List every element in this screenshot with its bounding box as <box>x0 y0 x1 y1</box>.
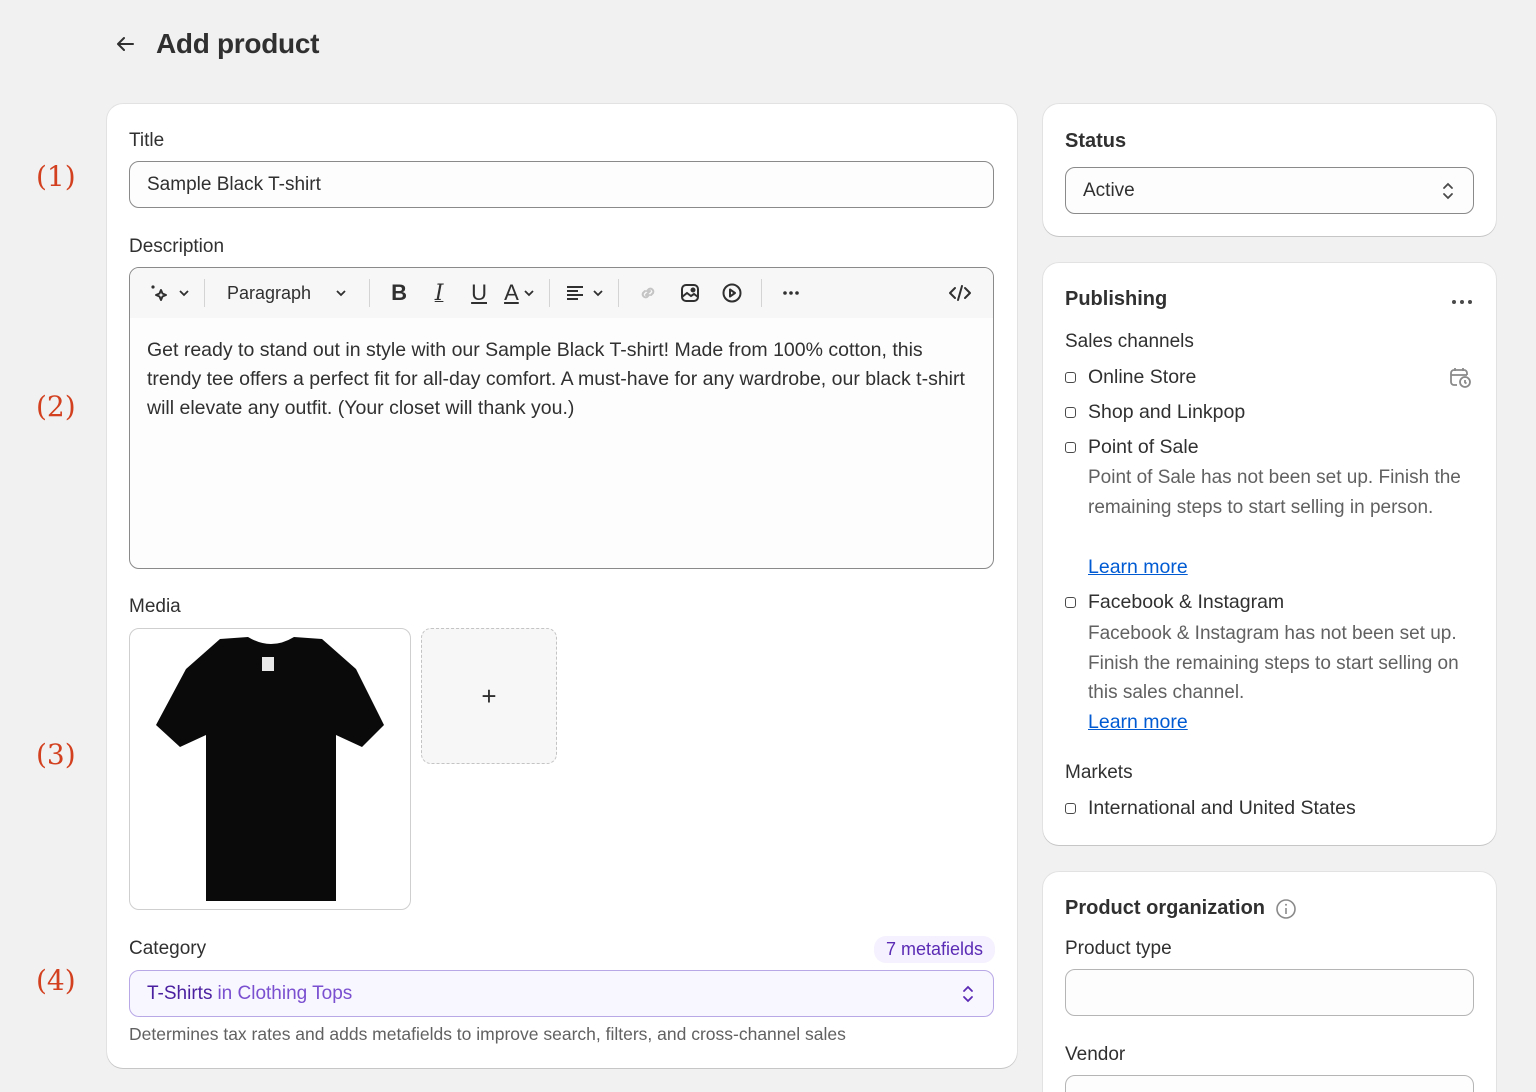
markets-label: Markets <box>1065 762 1133 783</box>
html-code-button[interactable] <box>945 282 975 304</box>
page-header: Add product <box>110 28 319 60</box>
sparkle-icon <box>151 285 167 301</box>
channel-name: Shop and Linkpop <box>1088 401 1246 423</box>
back-button[interactable] <box>110 29 140 59</box>
bullet-icon <box>1065 803 1076 814</box>
chevron-down-icon <box>593 290 603 297</box>
category-value-main: T-Shirts <box>147 982 213 1004</box>
bullet-icon <box>1065 597 1076 608</box>
publishing-card: Publishing Sales channels Online Store S… <box>1043 263 1496 845</box>
add-media-button[interactable]: + <box>421 628 557 764</box>
toolbar-divider <box>760 279 762 307</box>
align-button[interactable] <box>564 282 604 304</box>
toolbar-divider <box>369 279 371 307</box>
product-type-input[interactable] <box>1065 969 1474 1016</box>
paragraph-label: Paragraph <box>227 282 312 303</box>
vendor-input[interactable] <box>1065 1075 1474 1092</box>
bold-button[interactable]: B <box>384 280 414 306</box>
vendor-label: Vendor <box>1065 1044 1126 1065</box>
insert-video-button[interactable] <box>717 282 747 304</box>
channel-description: Facebook & Instagram has not been set up… <box>1088 623 1459 703</box>
italic-button[interactable]: I <box>424 281 454 306</box>
select-chevron-icon <box>963 985 973 1002</box>
text-color-icon: A <box>504 280 519 305</box>
arrow-left-icon <box>117 37 134 51</box>
link-button[interactable] <box>633 282 663 304</box>
category-label: Category <box>129 938 207 959</box>
channel-item: Facebook & Instagram <box>1065 591 1284 614</box>
more-horizontal-icon <box>782 291 799 295</box>
more-horizontal-icon <box>1452 300 1472 304</box>
code-icon <box>949 285 971 301</box>
channel-item: Point of Sale <box>1065 436 1199 459</box>
sales-channels-label: Sales channels <box>1065 331 1194 352</box>
description-editor[interactable]: Paragraph B I U A Get ready to stand out… <box>129 267 994 569</box>
channel-name: Point of Sale <box>1088 436 1199 458</box>
annotation-2: (2) <box>36 390 76 423</box>
channel-name: Online Store <box>1088 366 1197 388</box>
toolbar-divider <box>204 279 205 307</box>
product-organization-card: Product organization Product type Vendor <box>1043 872 1496 1092</box>
organization-title: Product organization <box>1065 897 1265 919</box>
bullet-icon <box>1065 407 1076 418</box>
calendar-schedule-icon[interactable] <box>1448 365 1472 389</box>
tshirt-image <box>156 637 384 901</box>
insert-image-button[interactable] <box>675 282 705 304</box>
underline-button[interactable]: U <box>464 280 494 306</box>
product-type-label: Product type <box>1065 938 1172 959</box>
learn-more-link[interactable]: Learn more <box>1088 711 1188 734</box>
organization-title-row: Product organization <box>1065 897 1297 920</box>
channel-description: Point of Sale has not been set up. Finis… <box>1088 467 1461 518</box>
info-icon[interactable] <box>1275 898 1297 920</box>
channel-name: Facebook & Instagram <box>1088 591 1285 613</box>
text-color-button[interactable]: A <box>504 280 535 306</box>
description-label: Description <box>129 236 225 257</box>
publishing-title: Publishing <box>1065 288 1168 310</box>
category-value-rest: in Clothing Tops <box>217 982 353 1004</box>
publishing-more-button[interactable] <box>1450 287 1474 313</box>
editor-toolbar: Paragraph B I U A <box>130 268 993 318</box>
toolbar-divider <box>548 279 550 307</box>
category-select[interactable]: T-Shirts in Clothing Tops <box>129 970 994 1017</box>
learn-more-link[interactable]: Learn more <box>1088 556 1188 579</box>
chevron-down-icon <box>179 290 189 297</box>
paragraph-format-select[interactable]: Paragraph <box>219 283 355 304</box>
page-title: Add product <box>156 28 320 59</box>
bullet-icon <box>1065 442 1076 453</box>
market-item: International and United States <box>1065 797 1356 820</box>
play-circle-icon <box>722 283 742 303</box>
ai-generate-button[interactable] <box>148 282 190 304</box>
plus-icon: + <box>481 680 497 711</box>
title-label: Title <box>129 130 165 151</box>
annotation-3: (3) <box>36 738 76 771</box>
link-icon <box>641 287 655 299</box>
title-input[interactable]: Sample Black T-shirt <box>129 161 994 208</box>
media-label: Media <box>129 596 181 617</box>
market-name: International and United States <box>1088 797 1356 819</box>
more-formatting-button[interactable] <box>776 282 806 304</box>
status-card: Status Active <box>1043 104 1496 236</box>
annotation-4: (4) <box>36 964 76 997</box>
channel-item: Shop and Linkpop <box>1065 401 1245 424</box>
align-left-icon <box>566 286 583 300</box>
title-input-value: Sample Black T-shirt <box>147 173 321 195</box>
chevron-down-icon <box>336 290 346 297</box>
select-chevron-icon <box>1443 182 1453 199</box>
category-help-text: Determines tax rates and adds metafields… <box>129 1024 846 1044</box>
chevron-down-icon <box>524 290 534 297</box>
product-details-card: Title Sample Black T-shirt Description P… <box>107 104 1017 1068</box>
bullet-icon <box>1065 372 1076 383</box>
toolbar-divider <box>617 279 619 307</box>
description-text[interactable]: Get ready to stand out in style with our… <box>130 318 993 441</box>
image-icon <box>680 284 699 302</box>
media-item[interactable] <box>129 628 411 910</box>
annotation-1: (1) <box>36 160 76 193</box>
status-title: Status <box>1065 130 1127 152</box>
metafields-badge[interactable]: 7 metafields <box>873 936 995 963</box>
status-select[interactable]: Active <box>1065 167 1474 214</box>
status-value: Active <box>1083 179 1135 201</box>
channel-item: Online Store <box>1065 366 1196 389</box>
